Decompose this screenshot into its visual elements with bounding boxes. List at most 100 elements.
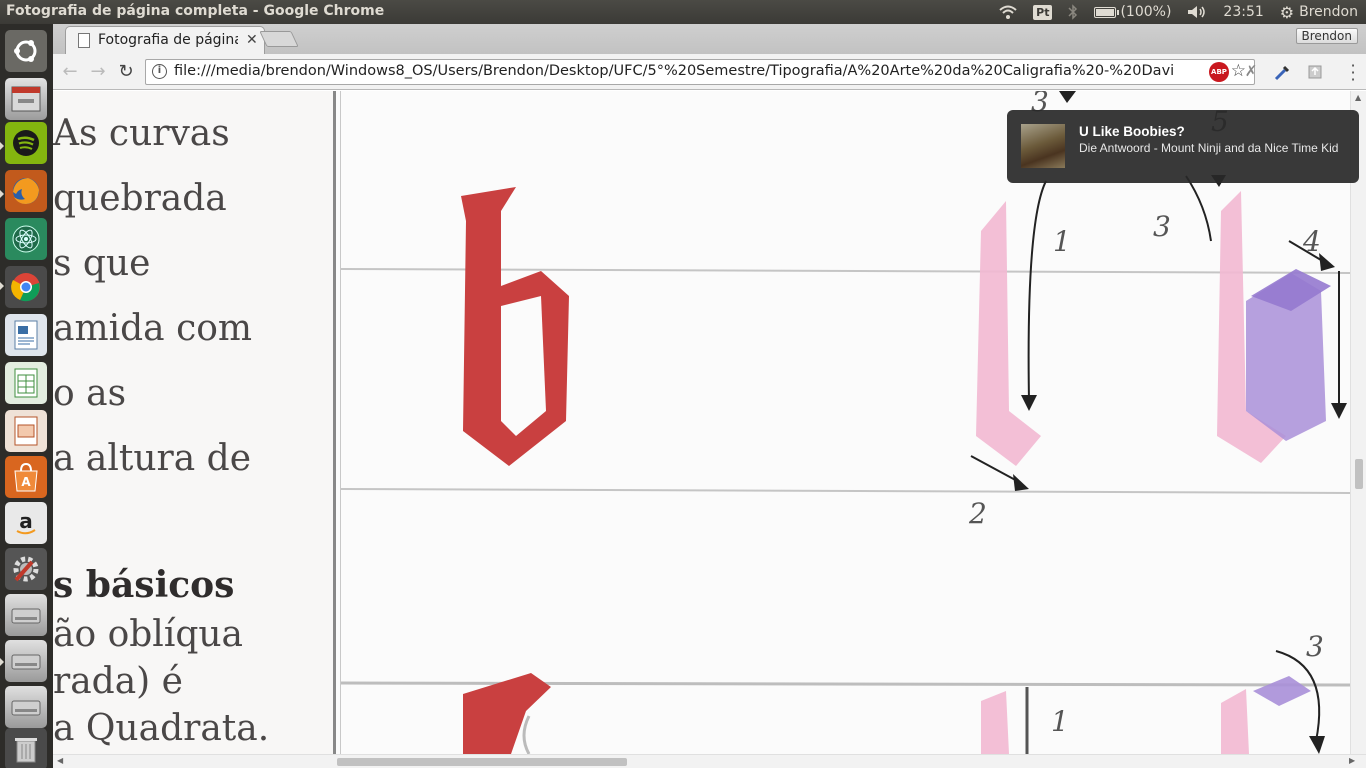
launcher-item-software-center[interactable]: A (5, 456, 47, 498)
stroke-number: 3 (1153, 210, 1171, 243)
keyboard-layout-label: Pt (1033, 4, 1053, 20)
top-panel: Fotografia de página completa - Google C… (0, 0, 1366, 24)
window-title: Fotografia de página completa - Google C… (6, 3, 385, 19)
vertical-scroll-thumb[interactable] (1355, 459, 1363, 489)
atom-icon (12, 225, 40, 253)
launcher-item-drive-3[interactable] (5, 686, 47, 728)
text-line: s que (53, 243, 151, 284)
page-gutter (333, 91, 336, 754)
launcher-item-impress[interactable] (5, 410, 47, 452)
new-tab-button[interactable] (259, 31, 299, 47)
scroll-up-arrow-icon[interactable]: ▲ (1355, 93, 1361, 102)
launcher-running-indicator (0, 658, 4, 666)
battery-percent: (100%) (1120, 4, 1172, 20)
launcher-item-writer[interactable] (5, 314, 47, 356)
text-line: ão oblíqua (53, 614, 244, 655)
stroke-number: 1 (1053, 225, 1071, 258)
keyboard-layout-indicator[interactable]: Pt (1033, 4, 1053, 20)
reload-icon[interactable]: ↻ (115, 61, 137, 83)
notification-bubble: U Like Boobies? Die Antwoord - Mount Nin… (1007, 110, 1359, 183)
stroke-number: 2 (968, 497, 987, 530)
launcher-item-calc[interactable] (5, 362, 47, 404)
indicator-area: Pt (100%) 23:51 ⚙ Brendon (991, 0, 1366, 24)
launcher-item-atom[interactable] (5, 218, 47, 260)
address-bar[interactable]: i file:///media/brendon/Windows8_OS/User… (145, 59, 1255, 85)
extension-box-icon[interactable] (1305, 62, 1325, 82)
launcher: A a (0, 24, 53, 768)
horizontal-scrollbar[interactable]: ◀ ▶ (53, 754, 1366, 768)
color-picker-icon[interactable] (1273, 62, 1293, 82)
abp-label: ABP (1211, 68, 1227, 76)
launcher-item-files[interactable] (5, 78, 47, 120)
launcher-item-trash[interactable] (5, 728, 47, 768)
info-icon[interactable]: i (152, 64, 167, 79)
scroll-left-arrow-icon[interactable]: ◀ (57, 756, 63, 765)
close-icon[interactable]: ✕ (246, 32, 258, 48)
text-line: o as (53, 373, 127, 414)
launcher-item-firefox[interactable] (5, 170, 47, 212)
shopping-bag-icon: A (14, 462, 38, 492)
libreoffice-calc-icon (14, 368, 38, 398)
extension-x-icon[interactable]: ✗ (1241, 62, 1261, 82)
launcher-item-drive-2[interactable] (5, 640, 47, 682)
user-name: Brendon (1299, 4, 1358, 20)
profile-button[interactable]: Brendon (1295, 28, 1358, 44)
launcher-item-amazon[interactable]: a (5, 502, 47, 544)
forward-arrow-icon[interactable]: → (87, 61, 109, 83)
firefox-icon (13, 178, 39, 204)
libreoffice-writer-icon (14, 320, 38, 350)
text-line: a Quadrata. (53, 708, 270, 749)
page-content: As curvas quebrada s que amida com o as … (53, 91, 1350, 754)
vertical-scrollbar[interactable]: ▲ (1350, 91, 1366, 754)
launcher-item-spotify[interactable] (5, 122, 47, 164)
spotify-icon (13, 130, 39, 156)
hard-drive-icon (11, 654, 41, 670)
session-menu[interactable]: ⚙ Brendon (1280, 3, 1358, 22)
text-line: a altura de (53, 438, 251, 479)
launcher-running-indicator (0, 142, 4, 150)
tab-active[interactable]: Fotografia de página completa ✕ (65, 26, 265, 54)
book-left-page: As curvas quebrada s que amida com o as … (53, 91, 335, 754)
stroke-number: 4 (1302, 225, 1321, 258)
gear-icon: ⚙ (1279, 2, 1295, 22)
ubuntu-logo-icon (14, 40, 37, 62)
stroke-number: 1 (1051, 705, 1069, 738)
volume-icon[interactable] (1187, 5, 1207, 19)
toolbar: ← → ↻ i file:///media/brendon/Windows8_O… (53, 54, 1366, 90)
battery-icon (1094, 6, 1120, 18)
url-text[interactable]: file:///media/brendon/Windows8_OS/Users/… (174, 63, 1174, 79)
wifi-icon[interactable] (999, 5, 1017, 19)
calligraphy-illustration: 1 2 3 4 5 3 3 1 (341, 91, 1350, 754)
text-heading: s básicos (53, 564, 235, 606)
tab-title: Fotografia de página completa (98, 32, 238, 48)
album-art-icon (1021, 124, 1065, 168)
tab-strip: Fotografia de página completa ✕ Brendon (53, 24, 1366, 54)
libreoffice-impress-icon (14, 416, 38, 446)
text-line: As curvas (53, 113, 230, 154)
amazon-icon: a (16, 509, 36, 535)
launcher-item-chrome[interactable] (5, 266, 47, 308)
notification-title: U Like Boobies? (1079, 124, 1185, 139)
bluetooth-icon[interactable] (1068, 4, 1078, 20)
notification-body: Die Antwoord - Mount Ninji and da Nice T… (1079, 141, 1339, 155)
back-arrow-icon[interactable]: ← (59, 61, 81, 83)
settings-wrench-icon (13, 556, 39, 582)
horizontal-scroll-thumb[interactable] (337, 758, 627, 766)
scroll-right-arrow-icon[interactable]: ▶ (1349, 756, 1355, 765)
adblock-plus-icon[interactable]: ABP (1209, 62, 1229, 82)
file-cabinet-icon (11, 86, 41, 112)
hard-drive-icon (11, 608, 41, 624)
chrome-icon (11, 273, 40, 302)
clock[interactable]: 23:51 (1223, 4, 1263, 20)
stroke-number: 3 (1306, 630, 1324, 663)
launcher-item-system-settings[interactable] (5, 548, 47, 590)
document-icon (78, 33, 90, 48)
text-line: quebrada (53, 178, 227, 219)
launcher-item-drive-1[interactable] (5, 594, 47, 636)
menu-icon[interactable]: · · · (1346, 58, 1360, 88)
launcher-item-dash-home[interactable] (5, 30, 47, 72)
svg-text:A: A (21, 475, 31, 489)
hard-drive-icon (11, 700, 41, 716)
text-line: rada) é (53, 661, 183, 702)
battery-indicator[interactable]: (100%) (1094, 4, 1171, 20)
